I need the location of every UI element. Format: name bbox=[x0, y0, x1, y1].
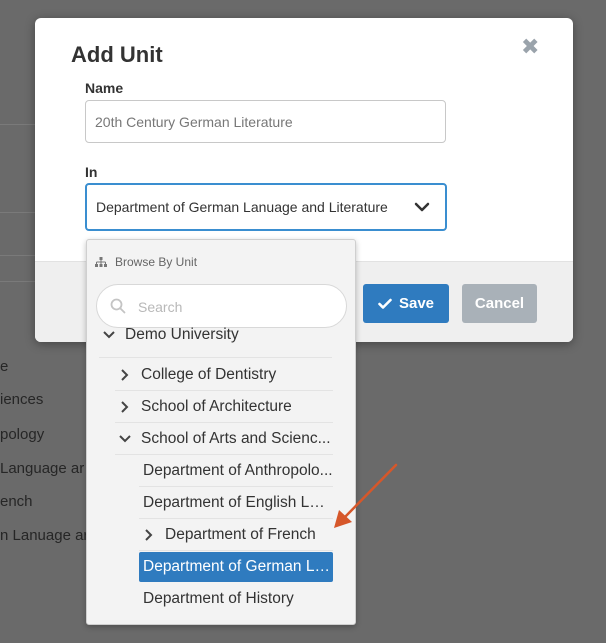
background-row: ench bbox=[0, 493, 33, 510]
cancel-button-label: Cancel bbox=[474, 295, 525, 312]
chevron-down-icon bbox=[414, 202, 430, 212]
search-placeholder: Search bbox=[138, 299, 183, 315]
chevron-right-icon bbox=[115, 368, 135, 381]
tree-item-label: Department of German La... bbox=[143, 558, 333, 575]
tree-item-label: Demo University bbox=[125, 326, 239, 343]
tree-item-department-of-history[interactable]: Department of History bbox=[139, 583, 333, 615]
parent-unit-value: Department of German Lanuage and Literat… bbox=[96, 199, 388, 215]
tree-item-school-of-arts-and-sciences[interactable]: School of Arts and Scienc... bbox=[115, 423, 333, 455]
background-row: Language ar bbox=[0, 460, 85, 477]
hierarchy-icon bbox=[95, 256, 107, 267]
tree-item-label: Department of English Lan... bbox=[143, 493, 333, 511]
tree-item-label: Department of Anthropolo... bbox=[143, 461, 333, 479]
tree-item-department-of-german[interactable]: Department of German La... bbox=[139, 552, 333, 582]
chevron-right-icon bbox=[139, 528, 159, 541]
browse-by-unit-label: Browse By Unit bbox=[115, 255, 198, 269]
unit-browser-dropdown: Browse By Unit Search Demo University Co… bbox=[86, 239, 356, 625]
name-label: Name bbox=[85, 80, 124, 96]
cancel-button[interactable]: Cancel bbox=[462, 284, 537, 323]
chevron-down-icon bbox=[115, 434, 135, 443]
tree-item-label: College of Dentistry bbox=[141, 365, 277, 383]
browse-by-unit-header: Browse By Unit bbox=[95, 255, 197, 269]
save-button[interactable]: Save bbox=[363, 284, 449, 323]
save-button-label: Save bbox=[398, 295, 435, 312]
tree-item-department-of-french[interactable]: Department of French bbox=[139, 519, 333, 551]
tree-item-department-of-anthropology[interactable]: Department of Anthropolo... bbox=[139, 455, 333, 487]
close-icon[interactable]: ✖ bbox=[521, 36, 539, 58]
tree-item-school-of-architecture[interactable]: School of Architecture bbox=[115, 391, 333, 423]
background-row: pology bbox=[0, 426, 45, 443]
tree-item-college-of-dentistry[interactable]: College of Dentistry bbox=[115, 359, 333, 391]
chevron-right-icon bbox=[115, 400, 135, 413]
annotation-arrow-icon bbox=[334, 463, 398, 528]
tree-item-department-of-english[interactable]: Department of English Lan... bbox=[139, 487, 333, 519]
unit-search-input[interactable]: Search bbox=[96, 284, 347, 328]
background-row: iences bbox=[0, 391, 44, 408]
background-row: e bbox=[0, 358, 9, 375]
tree-item-demo-university[interactable]: Demo University bbox=[99, 326, 332, 358]
tree-item-label: School of Architecture bbox=[141, 397, 292, 415]
name-input[interactable] bbox=[85, 100, 446, 143]
background-row: n Lanuage ar bbox=[0, 527, 89, 544]
check-icon bbox=[378, 298, 392, 309]
in-label: In bbox=[85, 164, 98, 180]
tree-item-label: School of Arts and Scienc... bbox=[141, 429, 331, 447]
tree-item-label: Department of French bbox=[165, 525, 316, 543]
modal-title: Add Unit bbox=[71, 42, 163, 67]
tree-item-label: Department of History bbox=[143, 590, 294, 607]
parent-unit-select[interactable]: Department of German Lanuage and Literat… bbox=[85, 183, 447, 231]
chevron-down-icon bbox=[99, 330, 119, 339]
search-icon bbox=[110, 298, 126, 314]
